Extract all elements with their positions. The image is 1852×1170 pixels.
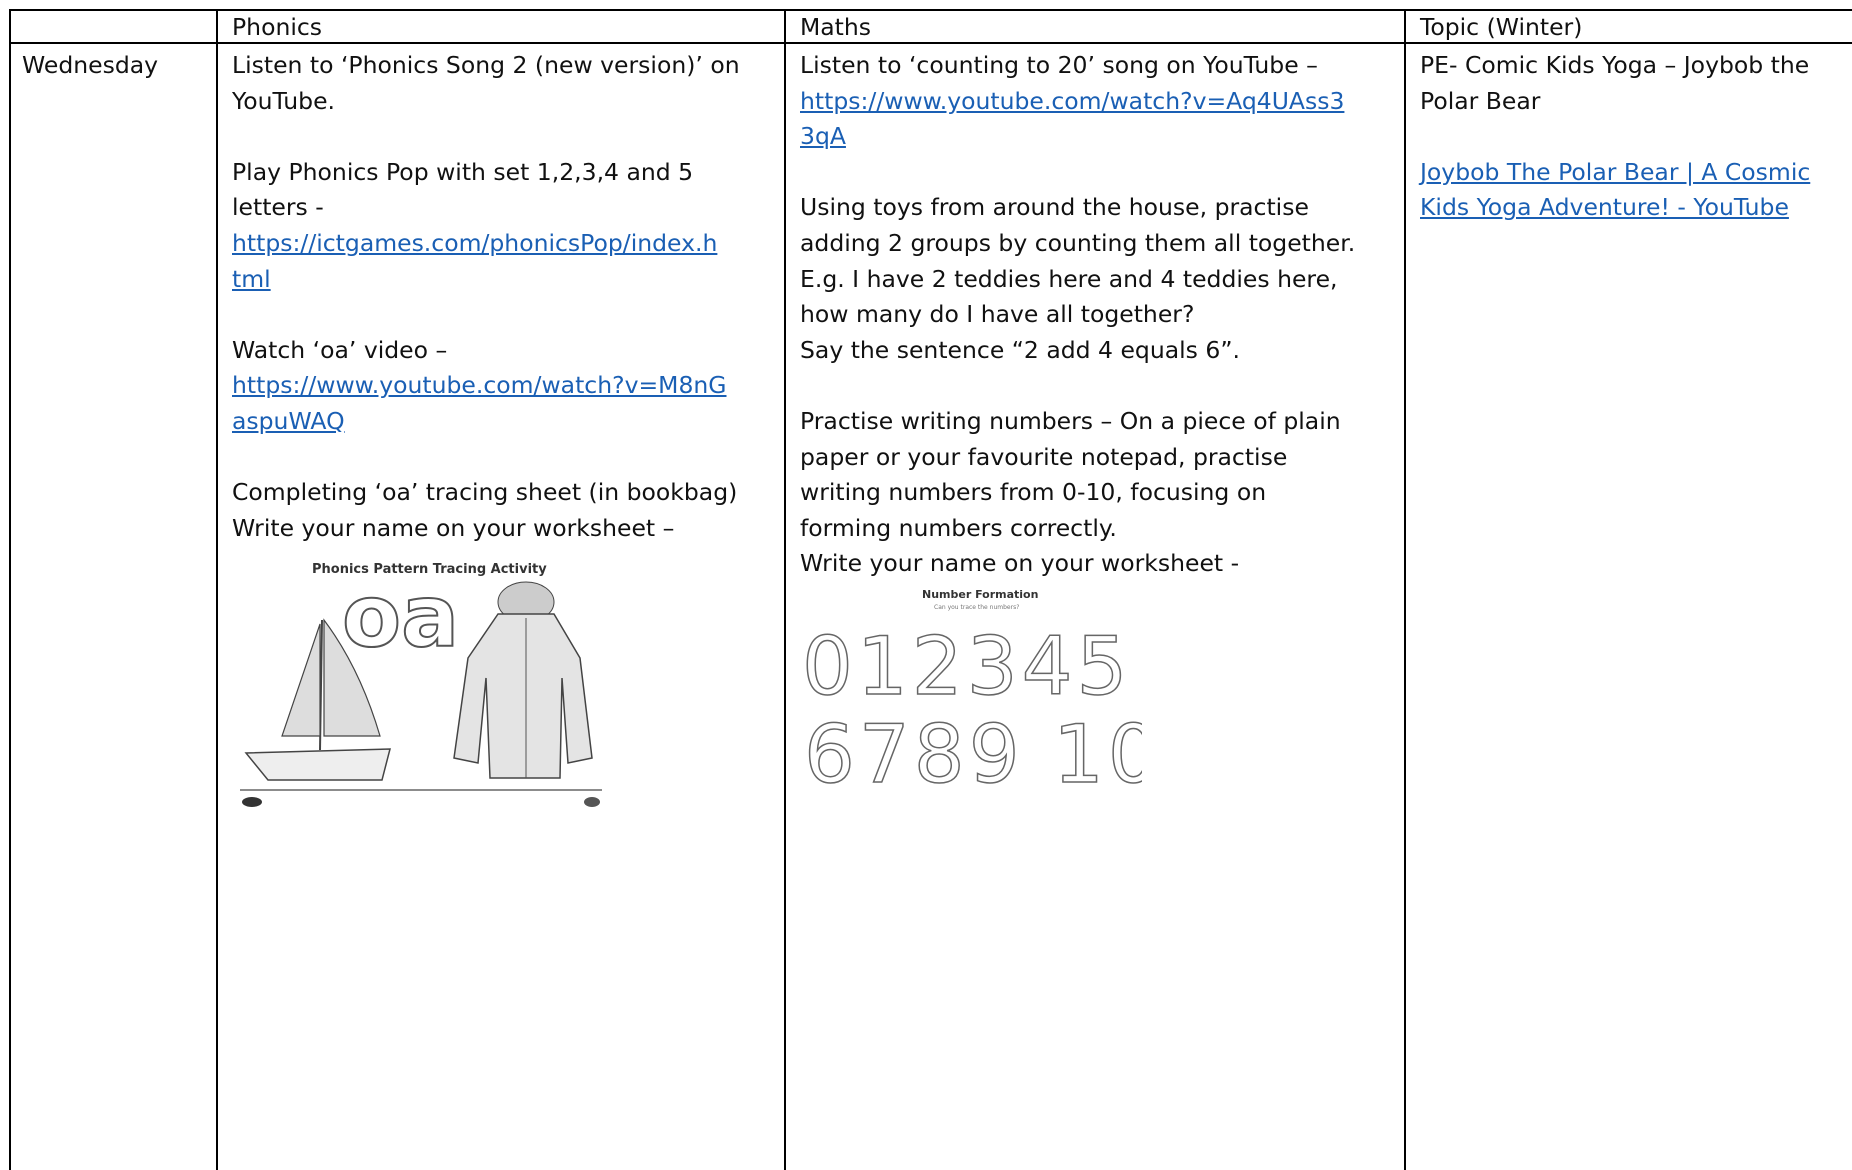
phonics-pop-link[interactable]: https://ictgames.com/phonicsPop/index.h	[232, 229, 717, 257]
phonics-text: YouTube.	[232, 86, 336, 115]
phonics-text: Listen to ‘Phonics Song 2 (new version)’…	[232, 51, 740, 79]
boat-and-coat-illustration: oa	[240, 566, 602, 807]
numbers-row-2: 6789 10	[804, 708, 1142, 789]
counting-song-link-cont[interactable]: 3qA	[800, 122, 846, 150]
phonics-text: Write your name on your worksheet –	[232, 513, 675, 542]
column-divider-1	[216, 9, 218, 1170]
maths-text: Listen to ‘counting to 20’ song on YouTu…	[800, 51, 1318, 79]
maths-text: writing numbers from 0-10, focusing on	[800, 478, 1267, 507]
header-phonics: Phonics	[232, 13, 323, 41]
maths-text: Using toys from around the house, practi…	[800, 193, 1309, 222]
phonics-text: Play Phonics Pop with set 1,2,3,4 and 5	[232, 157, 694, 186]
topic-cell: PE- Comic Kids Yoga – Joybob the Polar B…	[1420, 48, 1845, 226]
maths-text: E.g. I have 2 teddies here and 4 teddies…	[800, 264, 1338, 293]
maths-text: how many do I have all together?	[800, 300, 1195, 329]
maths-cell: Listen to ‘counting to 20’ song on YouTu…	[800, 48, 1400, 582]
day-label: Wednesday	[22, 51, 159, 79]
topic-text: PE- Comic Kids Yoga – Joybob the	[1420, 51, 1810, 79]
phonics-cell: Listen to ‘Phonics Song 2 (new version)’…	[232, 48, 777, 546]
phonics-pop-link-cont[interactable]: tml	[232, 265, 271, 293]
number-formation-sheet-image: Number Formation Can you trace the numbe…	[802, 584, 1142, 789]
column-divider-2	[784, 9, 786, 1170]
oa-tracing-sheet-image: Phonics Pattern Tracing Activity oa	[240, 558, 602, 812]
header-topic: Topic (Winter)	[1420, 13, 1583, 41]
phonics-text: Completing ‘oa’ tracing sheet (in bookba…	[232, 478, 738, 507]
maths-text: adding 2 groups by counting them all tog…	[800, 228, 1356, 257]
phonics-text: Watch ‘oa’ video –	[232, 335, 448, 364]
header-maths: Maths	[800, 13, 872, 41]
maths-text: Write your name on your worksheet -	[800, 549, 1240, 578]
joybob-yoga-link-cont[interactable]: Kids Yoga Adventure! - YouTube	[1420, 193, 1789, 221]
maths-text: Say the sentence “2 add 4 equals 6”.	[800, 335, 1240, 364]
column-divider-3	[1404, 9, 1406, 1170]
oa-video-link[interactable]: https://www.youtube.com/watch?v=M8nG	[232, 371, 727, 399]
topic-text: Polar Bear	[1420, 86, 1541, 115]
maths-text: Practise writing numbers – On a piece of…	[800, 406, 1341, 435]
numbers-row-1: 012345	[802, 620, 1131, 713]
number-outlines: 012345 6789 10	[802, 619, 1142, 789]
phonics-text: letters -	[232, 193, 324, 222]
maths-text: forming numbers correctly.	[800, 513, 1117, 542]
joybob-yoga-link[interactable]: Joybob The Polar Bear | A Cosmic	[1420, 158, 1810, 186]
oa-outline-letters: oa	[342, 567, 459, 667]
maths-text: paper or your favourite notepad, practis…	[800, 442, 1288, 471]
oa-video-link-cont[interactable]: aspuWAQ	[232, 407, 345, 435]
counting-song-link[interactable]: https://www.youtube.com/watch?v=Aq4UAss3	[800, 87, 1344, 115]
